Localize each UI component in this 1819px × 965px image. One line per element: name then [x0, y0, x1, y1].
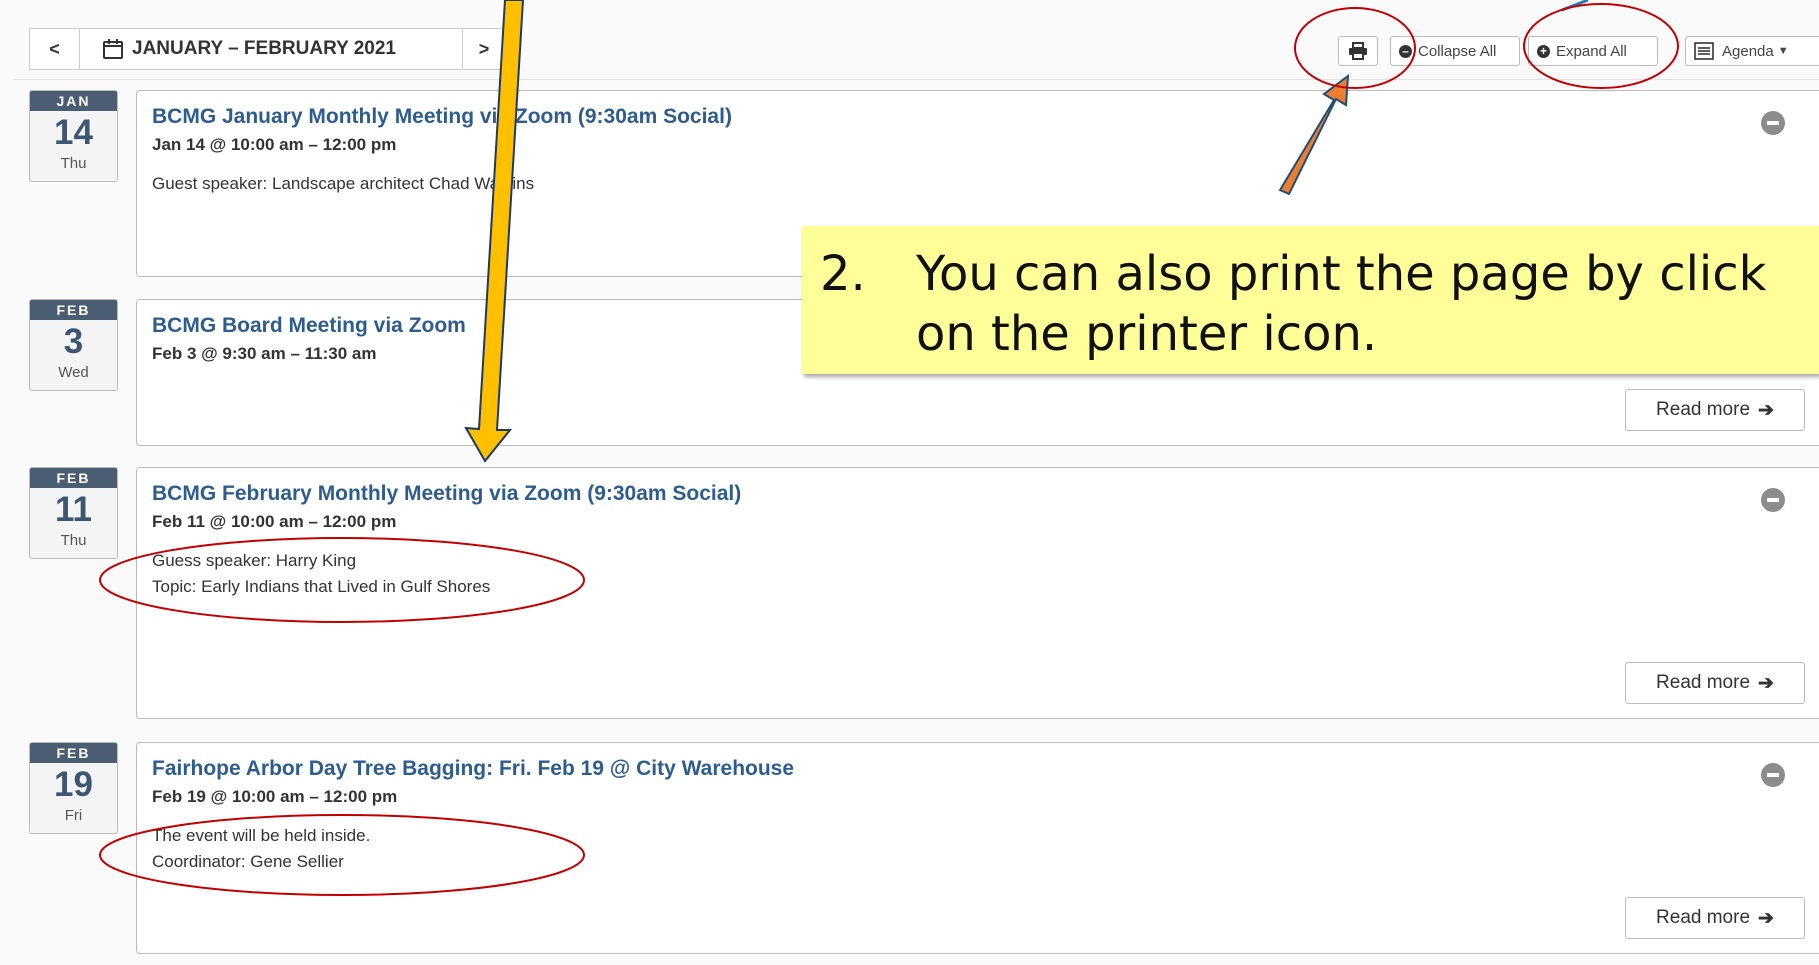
printer-icon	[1349, 42, 1367, 60]
calendar-icon	[103, 39, 123, 59]
caret-down-icon: ▼	[1777, 45, 1789, 57]
desc-line: Guest speaker: Landscape architect Chad …	[152, 174, 535, 193]
badge-month: FEB	[30, 743, 117, 763]
callout-line: You can also print the page by click	[916, 246, 1767, 302]
expand-all-button[interactable]: + Expand All	[1528, 36, 1658, 66]
badge-weekday: Fri	[64, 807, 83, 824]
event-description: Guest speaker: Landscape architect Chad …	[152, 171, 534, 197]
event-time: Feb 11 @ 10:00 am – 12:00 pm	[152, 512, 397, 531]
read-more-button[interactable]: Read more ➔	[1625, 897, 1805, 939]
read-more-label: Read more	[1656, 672, 1751, 693]
event-description: The event will be held inside. Coordinat…	[152, 823, 370, 875]
event-title[interactable]: BCMG Board Meeting via Zoom	[152, 314, 466, 338]
event-title[interactable]: BCMG January Monthly Meeting via Zoom (9…	[152, 105, 732, 129]
date-range-text: JANUARY – FEBRUARY 2021	[132, 38, 396, 59]
toolbar-divider	[14, 79, 1819, 80]
event-title[interactable]: BCMG February Monthly Meeting via Zoom (…	[152, 482, 741, 506]
desc-line: Coordinator: Gene Sellier	[152, 852, 344, 871]
collapse-all-button[interactable]: – Collapse All	[1390, 36, 1520, 66]
badge-day: 11	[55, 490, 92, 529]
desc-line: The event will be held inside.	[152, 826, 371, 845]
badge-month: JAN	[30, 91, 117, 111]
date-badge: FEB 3 Wed	[29, 299, 118, 391]
desc-line: Topic: Early Indians that Lived in Gulf …	[152, 577, 491, 596]
view-selector[interactable]: Agenda ▼	[1685, 36, 1819, 66]
view-label: Agenda	[1722, 42, 1774, 60]
badge-month: FEB	[30, 300, 117, 320]
annotation-callout: 2. You can also print the page by click …	[802, 226, 1819, 374]
plus-circle-icon: +	[1537, 44, 1550, 58]
next-month-button[interactable]: >	[462, 28, 506, 70]
badge-weekday: Thu	[60, 155, 87, 172]
read-more-label: Read more	[1656, 399, 1751, 420]
event-description: Guess speaker: Harry King Topic: Early I…	[152, 548, 490, 600]
arrow-right-icon: ➔	[1758, 907, 1774, 929]
collapse-event-icon[interactable]	[1761, 763, 1785, 787]
prev-month-button[interactable]: <	[29, 28, 80, 70]
event-time: Jan 14 @ 10:00 am – 12:00 pm	[152, 135, 397, 154]
minus-circle-icon: –	[1399, 44, 1412, 58]
collapse-event-icon[interactable]	[1761, 488, 1785, 512]
expand-all-label: Expand All	[1556, 42, 1627, 60]
event-title[interactable]: Fairhope Arbor Day Tree Bagging: Fri. Fe…	[152, 757, 794, 781]
callout-line: on the printer icon.	[916, 306, 1378, 362]
badge-month: FEB	[30, 468, 117, 488]
date-badge: FEB 19 Fri	[29, 742, 118, 834]
blue-arrow-tip	[1561, 0, 1589, 12]
event-card: Fairhope Arbor Day Tree Bagging: Fri. Fe…	[136, 742, 1819, 954]
arrow-right-icon: ➔	[1758, 672, 1774, 694]
badge-day: 3	[63, 322, 84, 361]
read-more-button[interactable]: Read more ➔	[1625, 389, 1805, 431]
callout-number: 2.	[820, 246, 866, 302]
desc-line: Guess speaker: Harry King	[152, 551, 357, 570]
badge-weekday: Wed	[58, 364, 89, 381]
read-more-label: Read more	[1656, 907, 1751, 928]
collapse-all-label: Collapse All	[1418, 42, 1497, 60]
arrow-right-icon: ➔	[1758, 399, 1774, 421]
date-badge: JAN 14 Thu	[29, 90, 118, 182]
event-time: Feb 3 @ 9:30 am – 11:30 am	[152, 344, 377, 363]
date-range-label[interactable]: JANUARY – FEBRUARY 2021	[79, 28, 463, 70]
event-card: BCMG February Monthly Meeting via Zoom (…	[136, 467, 1819, 719]
badge-weekday: Thu	[60, 532, 87, 549]
badge-day: 14	[54, 113, 93, 152]
date-badge: FEB 11 Thu	[29, 467, 118, 559]
event-time: Feb 19 @ 10:00 am – 12:00 pm	[152, 787, 398, 806]
collapse-event-icon[interactable]	[1761, 111, 1785, 135]
read-more-button[interactable]: Read more ➔	[1625, 662, 1805, 704]
list-icon	[1694, 42, 1714, 60]
badge-day: 19	[54, 765, 93, 804]
print-button[interactable]	[1338, 36, 1378, 66]
